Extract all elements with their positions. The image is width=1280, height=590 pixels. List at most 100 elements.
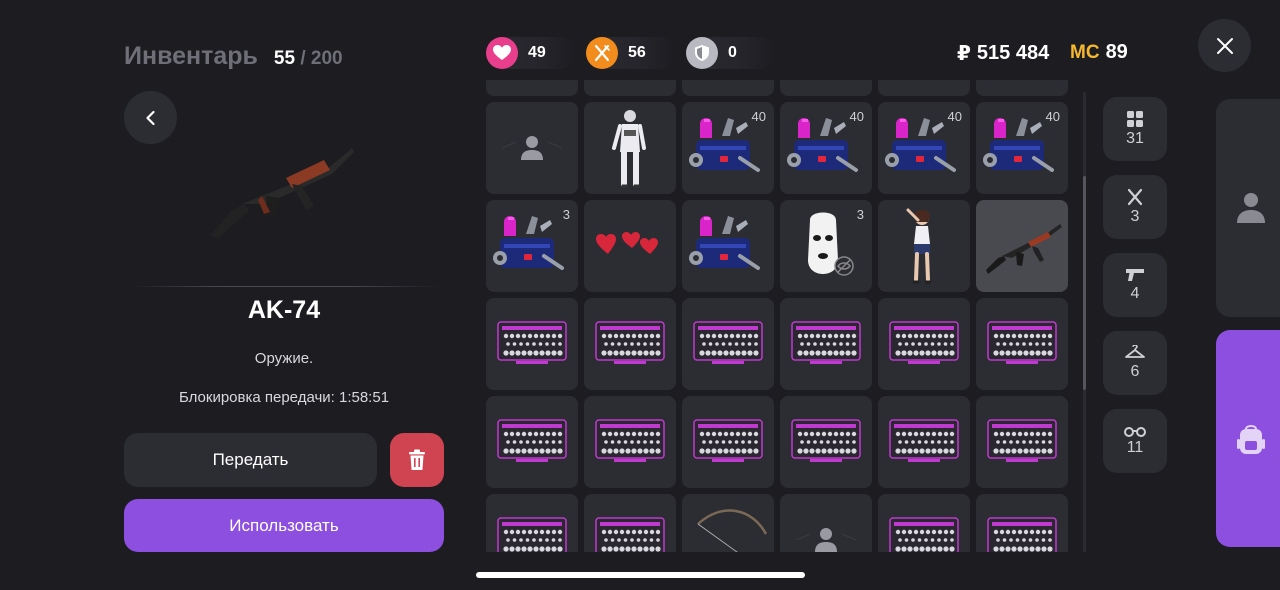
inventory-slot[interactable]: 3 <box>486 200 578 292</box>
close-icon <box>1216 37 1233 54</box>
inventory-slot[interactable] <box>878 298 970 390</box>
ruble-icon: ₽ <box>957 43 971 65</box>
white-outfit-skin-icon <box>612 110 646 188</box>
socket-set-icon <box>693 321 763 364</box>
inventory-slot[interactable] <box>976 298 1068 390</box>
category-weapons[interactable]: 4 <box>1103 253 1167 317</box>
back-button[interactable] <box>124 91 177 144</box>
category-count: 31 <box>1126 130 1144 147</box>
inventory-slot[interactable] <box>976 200 1068 292</box>
inventory-slot[interactable]: 40 <box>976 102 1068 194</box>
inventory-slot[interactable] <box>682 396 774 488</box>
item-quantity: 40 <box>751 109 766 124</box>
pistol-icon <box>1126 269 1144 281</box>
previous-row-edge <box>486 80 1068 96</box>
toolbox-icon <box>689 216 760 270</box>
inventory-slot[interactable] <box>584 396 676 488</box>
category-count: 11 <box>1126 439 1144 456</box>
item-quantity: 40 <box>947 109 962 124</box>
inventory-slot[interactable] <box>584 102 676 194</box>
delete-button[interactable] <box>390 433 444 487</box>
glasses-icon <box>1124 427 1146 437</box>
player-stats: 49 56 0 <box>486 37 776 69</box>
socket-set-icon <box>791 321 861 364</box>
inventory-slot[interactable] <box>878 396 970 488</box>
fork-knife-icon <box>586 37 618 69</box>
socket-set-icon <box>987 321 1057 364</box>
inventory-slot[interactable] <box>682 298 774 390</box>
grid-icon <box>1127 111 1143 127</box>
socket-set-icon <box>595 419 665 462</box>
inventory-slot[interactable]: 3 <box>780 200 872 292</box>
inventory-slot[interactable] <box>976 494 1068 552</box>
inventory-slot[interactable] <box>682 494 774 552</box>
mc-value: 89 <box>1105 41 1128 63</box>
inventory-grid-viewport[interactable]: 40 40 40 40 3 3 <box>486 80 1070 552</box>
avatar-placeholder-icon <box>501 136 563 160</box>
inventory-grid: 40 40 40 40 3 3 <box>486 102 1068 552</box>
socket-set-icon <box>595 321 665 364</box>
category-clothing[interactable]: 6 <box>1103 331 1167 395</box>
item-type: Оружие. <box>254 350 314 367</box>
scrollbar[interactable] <box>1083 92 1086 552</box>
inventory-slot[interactable]: 40 <box>780 102 872 194</box>
transfer-lock-timer: Блокировка передачи: 1:58:51 <box>178 389 390 406</box>
fork-knife-icon <box>1127 188 1143 206</box>
socket-set-icon <box>889 321 959 364</box>
divider <box>130 286 440 287</box>
inventory-slot[interactable] <box>878 200 970 292</box>
girl-skin-icon <box>906 208 931 284</box>
count-current: 55 <box>273 48 296 69</box>
page-title: Инвентарь <box>124 42 258 70</box>
stat-value: 0 <box>728 44 737 61</box>
stat-hunger: 56 <box>586 37 676 69</box>
item-quantity: 3 <box>562 207 570 222</box>
backpack-icon <box>1237 424 1265 454</box>
inventory-count: 55 / 200 <box>274 48 343 70</box>
inventory-slot[interactable] <box>682 200 774 292</box>
bow-icon <box>697 509 768 552</box>
inventory-slot[interactable] <box>878 494 970 552</box>
inventory-slot[interactable] <box>584 200 676 292</box>
chevron-left-icon <box>145 110 155 125</box>
use-button[interactable]: Использовать <box>124 499 444 552</box>
home-indicator <box>476 572 805 578</box>
inventory-header: Инвентарь 55 / 200 <box>124 42 343 71</box>
hanger-icon <box>1125 345 1145 358</box>
close-button[interactable] <box>1198 19 1251 72</box>
inventory-slot[interactable] <box>486 494 578 552</box>
trash-icon <box>409 449 425 470</box>
transfer-button[interactable]: Передать <box>124 433 377 487</box>
socket-set-icon <box>497 419 567 462</box>
socket-set-icon <box>987 517 1057 552</box>
item-quantity: 3 <box>856 207 864 222</box>
person-icon <box>1237 193 1265 223</box>
inventory-slot[interactable] <box>780 298 872 390</box>
inventory-slot[interactable] <box>486 102 578 194</box>
socket-set-icon <box>987 419 1057 462</box>
tab-inventory[interactable] <box>1216 330 1280 547</box>
count-max: 200 <box>310 48 343 69</box>
inventory-slot[interactable] <box>486 298 578 390</box>
inventory-slot[interactable]: 40 <box>878 102 970 194</box>
inventory-slot[interactable] <box>976 396 1068 488</box>
tab-character[interactable] <box>1216 99 1280 317</box>
inventory-slot[interactable] <box>780 494 872 552</box>
item-quantity: 40 <box>1045 109 1060 124</box>
inventory-slot[interactable] <box>584 494 676 552</box>
category-all[interactable]: 31 <box>1103 97 1167 161</box>
scrollbar-thumb[interactable] <box>1083 176 1086 390</box>
socket-set-icon <box>595 517 665 552</box>
inventory-slot[interactable] <box>584 298 676 390</box>
inventory-slot[interactable] <box>780 396 872 488</box>
category-accessories[interactable]: 11 <box>1103 409 1167 473</box>
socket-set-icon <box>497 517 567 552</box>
stat-value: 49 <box>528 44 546 61</box>
inventory-slot[interactable] <box>486 396 578 488</box>
inventory-slot[interactable]: 40 <box>682 102 774 194</box>
category-food[interactable]: 3 <box>1103 175 1167 239</box>
mc-balance: MC 89 <box>1070 41 1128 64</box>
mc-label: MC <box>1070 41 1100 63</box>
ak74-icon <box>210 148 354 238</box>
stat-armor: 0 <box>686 37 776 69</box>
